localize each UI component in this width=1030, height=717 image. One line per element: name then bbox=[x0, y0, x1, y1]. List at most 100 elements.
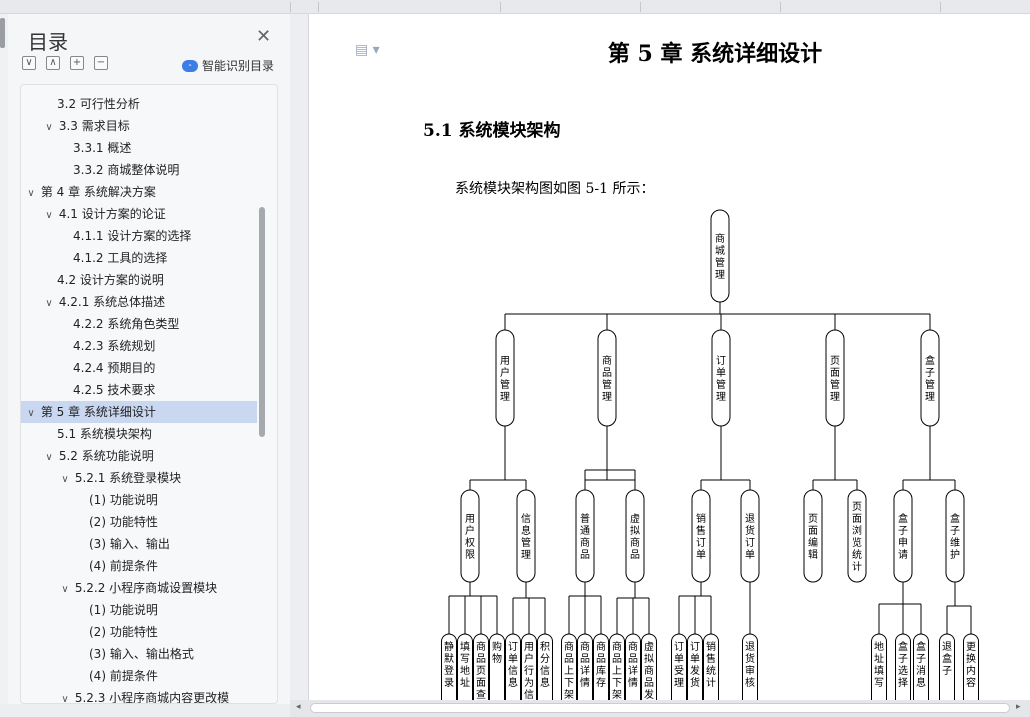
svg-text:商: 商 bbox=[596, 640, 606, 653]
submodule-node: 普通商品 bbox=[575, 489, 595, 583]
toc-item-label: (2) 功能特性 bbox=[89, 515, 158, 529]
svg-text:用: 用 bbox=[465, 514, 475, 525]
toc-item[interactable]: 4.2.3 系统规划 bbox=[21, 335, 257, 357]
chevron-down-icon[interactable]: ∨ bbox=[25, 403, 37, 425]
close-icon[interactable]: ✕ bbox=[256, 26, 271, 47]
outer-scroll-thumb[interactable] bbox=[0, 18, 5, 48]
svg-text:商: 商 bbox=[715, 232, 725, 245]
scroll-right-icon[interactable]: ▸ bbox=[1016, 702, 1021, 712]
svg-text:单: 单 bbox=[716, 367, 726, 379]
toc-item[interactable]: 4.2 设计方案的说明 bbox=[21, 269, 257, 291]
svg-text:品: 品 bbox=[580, 549, 590, 561]
svg-text:品: 品 bbox=[644, 677, 654, 689]
toc-item[interactable]: ∨ 第 4 章 系统解决方案 bbox=[21, 181, 257, 203]
leaf-node: 盒子消息 bbox=[913, 633, 929, 702]
leaf-node: 虚拟商品发 bbox=[641, 633, 657, 702]
toc-item[interactable]: 3.3.1 概述 bbox=[21, 137, 257, 159]
toc-item-label: 4.2.2 系统角色类型 bbox=[73, 317, 180, 331]
svg-text:订: 订 bbox=[745, 537, 755, 549]
toc-item[interactable]: (2) 功能特性 bbox=[21, 621, 257, 643]
svg-text:理: 理 bbox=[925, 391, 935, 403]
svg-text:单: 单 bbox=[690, 653, 700, 665]
toc-item-label: 5.2.1 系统登录模块 bbox=[74, 471, 182, 485]
chevron-down-icon[interactable]: ∨ bbox=[59, 469, 71, 491]
toc-item[interactable]: ∨ 4.1 设计方案的论证 bbox=[21, 203, 257, 225]
scroll-left-icon[interactable]: ◂ bbox=[296, 702, 301, 712]
toc-item[interactable]: 4.2.2 系统角色类型 bbox=[21, 313, 257, 335]
toc-item[interactable]: 5.1 系统模块架构 bbox=[21, 423, 257, 445]
toc-item[interactable]: ∨ 4.2.1 系统总体描述 bbox=[21, 291, 257, 313]
toc-item[interactable]: (4) 前提条件 bbox=[21, 665, 257, 687]
toc-item[interactable]: 4.2.5 技术要求 bbox=[21, 379, 257, 401]
smart-toc-button[interactable]: ⁃ 智能识别目录 bbox=[182, 57, 274, 74]
svg-text:面: 面 bbox=[830, 368, 840, 379]
toc-item[interactable]: (1) 功能说明 bbox=[21, 489, 257, 511]
chevron-down-icon[interactable]: ∨ bbox=[43, 293, 55, 315]
svg-text:管: 管 bbox=[925, 378, 935, 391]
toc-item[interactable]: (2) 功能特性 bbox=[21, 511, 257, 533]
collapse-all-icon[interactable]: ∨ bbox=[22, 56, 36, 70]
svg-text:受: 受 bbox=[674, 665, 684, 677]
module-node: 商品管理 bbox=[597, 329, 617, 427]
svg-text:商: 商 bbox=[628, 640, 638, 653]
svg-text:品: 品 bbox=[628, 653, 638, 665]
toc-scroll-thumb[interactable] bbox=[259, 207, 265, 437]
chevron-down-icon[interactable]: ∨ bbox=[59, 689, 71, 703]
top-ruler bbox=[0, 0, 1030, 14]
toc-item[interactable]: 3.2 可行性分析 bbox=[21, 93, 257, 115]
svg-text:商: 商 bbox=[564, 640, 574, 653]
toc-item[interactable]: (3) 输入、输出 bbox=[21, 533, 257, 555]
svg-text:商: 商 bbox=[612, 640, 622, 653]
leaf-node: 商品上下架 bbox=[561, 633, 577, 702]
svg-text:核: 核 bbox=[745, 676, 755, 689]
chevron-down-icon[interactable]: ∨ bbox=[59, 579, 71, 601]
toc-item-label: 3.2 可行性分析 bbox=[57, 97, 140, 111]
svg-text:单: 单 bbox=[508, 653, 518, 665]
toc-item[interactable]: 3.3.2 商城整体说明 bbox=[21, 159, 257, 181]
leaf-node: 商品库存 bbox=[593, 633, 609, 702]
chevron-down-icon[interactable]: ∨ bbox=[43, 447, 55, 469]
chevron-down-icon[interactable]: ∨ bbox=[25, 183, 37, 205]
toc-item[interactable]: ∨ 5.2 系统功能说明 bbox=[21, 445, 257, 467]
toc-item-label: 5.1 系统模块架构 bbox=[57, 427, 152, 441]
toc-item[interactable]: 4.1.2 工具的选择 bbox=[21, 247, 257, 269]
toc-item-label: (1) 功能说明 bbox=[89, 493, 158, 507]
toc-item[interactable]: ∨ 3.3 需求目标 bbox=[21, 115, 257, 137]
toc-item[interactable]: ∨ 5.2.3 小程序商城内容更改模 bbox=[21, 687, 257, 703]
svg-text:子: 子 bbox=[898, 653, 908, 665]
toc-item[interactable]: ∨ 第 5 章 系统详细设计 bbox=[21, 401, 257, 423]
svg-text:子: 子 bbox=[898, 525, 908, 537]
toc-item[interactable]: (4) 前提条件 bbox=[21, 555, 257, 577]
toc-item-label: 3.3 需求目标 bbox=[58, 119, 130, 133]
svg-text:理: 理 bbox=[830, 391, 840, 403]
svg-text:辑: 辑 bbox=[808, 548, 818, 561]
svg-text:息: 息 bbox=[540, 676, 550, 689]
outer-scrollbar[interactable] bbox=[0, 14, 8, 704]
chevron-down-icon[interactable]: ∨ bbox=[43, 117, 55, 139]
horizontal-scrollbar[interactable]: ◂ ▸ bbox=[290, 700, 1030, 717]
toc-item-label: 5.2 系统功能说明 bbox=[58, 449, 154, 463]
svg-text:普: 普 bbox=[580, 512, 590, 525]
toc-item[interactable]: ∨ 5.2.2 小程序商城设置模块 bbox=[21, 577, 257, 599]
toc-item[interactable]: (1) 功能说明 bbox=[21, 599, 257, 621]
leaf-node: 商品页面查 bbox=[473, 633, 489, 702]
svg-text:订: 订 bbox=[696, 537, 706, 549]
toc-panel: 目录 ✕ ∨ ∧ + − ⁃ 智能识别目录 3.2 可行性分析 ∨ 3.3 需求目… bbox=[8, 14, 290, 704]
toc-item[interactable]: ∨ 5.2.1 系统登录模块 bbox=[21, 467, 257, 489]
toc-item-label: 3.3.1 概述 bbox=[73, 141, 132, 155]
chevron-down-icon[interactable]: ∨ bbox=[43, 205, 55, 227]
svg-text:统: 统 bbox=[852, 548, 862, 561]
svg-text:订: 订 bbox=[508, 641, 518, 653]
toc-item[interactable]: 4.2.4 预期目的 bbox=[21, 357, 257, 379]
svg-text:上: 上 bbox=[564, 665, 574, 677]
svg-text:址: 址 bbox=[874, 652, 884, 665]
remove-heading-icon[interactable]: − bbox=[94, 56, 108, 70]
hscroll-track[interactable] bbox=[310, 703, 1010, 713]
toc-item-label: (4) 前提条件 bbox=[89, 559, 158, 573]
add-heading-icon[interactable]: + bbox=[70, 56, 84, 70]
toc-item[interactable]: 4.1.1 设计方案的选择 bbox=[21, 225, 257, 247]
toc-item[interactable]: (3) 输入、输出格式 bbox=[21, 643, 257, 665]
expand-up-icon[interactable]: ∧ bbox=[46, 56, 60, 70]
svg-text:理: 理 bbox=[674, 677, 684, 689]
svg-text:管: 管 bbox=[602, 378, 612, 391]
